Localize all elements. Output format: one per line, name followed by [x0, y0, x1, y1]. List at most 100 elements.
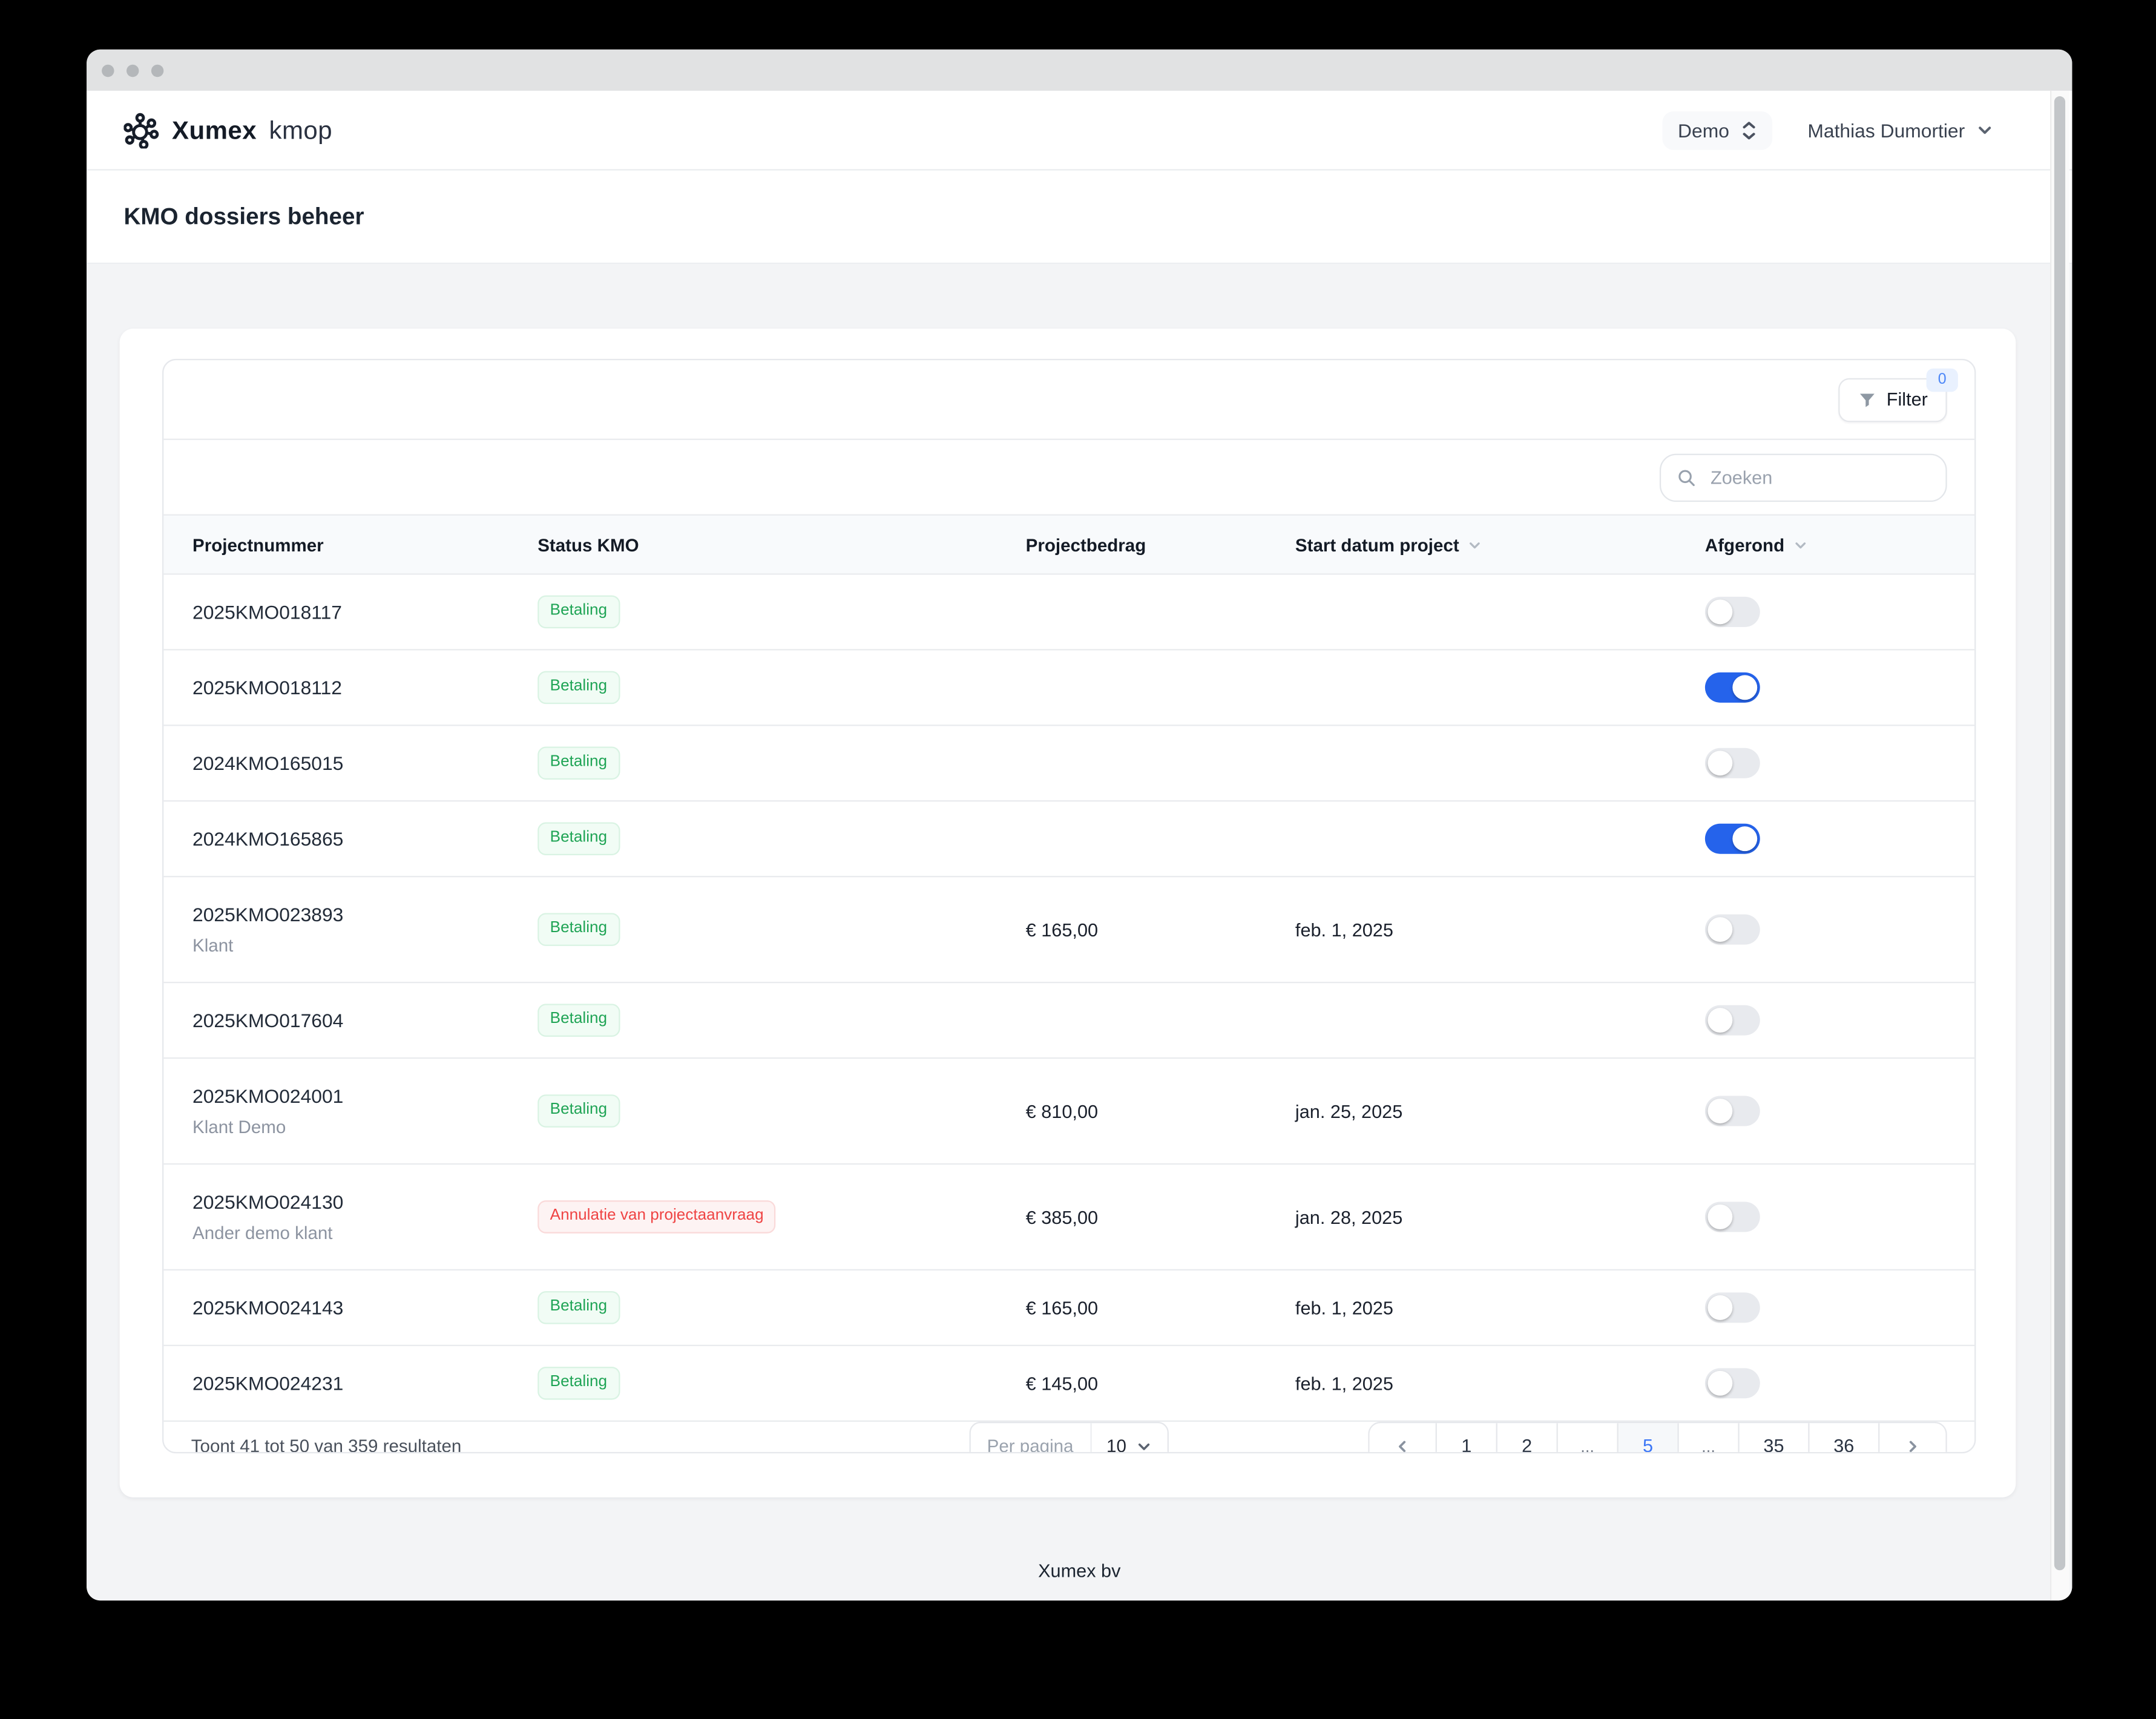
cell-startdatum: feb. 1, 2025 [1295, 1346, 1705, 1421]
per-page-select[interactable]: 10 [1091, 1436, 1168, 1454]
search-input[interactable] [1707, 465, 1930, 489]
toggle-knob [1707, 1008, 1732, 1033]
column-header-label: Afgerond [1705, 534, 1784, 555]
funnel-icon [1858, 390, 1877, 409]
cell-projectnummer: 2025KMO023893Klant [192, 877, 537, 982]
cell-projectbedrag: € 145,00 [1026, 1346, 1295, 1421]
klant-text: Klant Demo [192, 1117, 286, 1137]
afgerond-toggle[interactable] [1705, 1292, 1760, 1323]
status-badge: Betaling [537, 1367, 619, 1399]
table-row[interactable]: 2025KMO024001Klant DemoBetaling€ 810,00j… [163, 1059, 1974, 1165]
cell-afgerond [1705, 575, 1947, 649]
site-footer-text: Xumex bv [87, 1560, 2072, 1581]
dossiers-card: Filter 0 [120, 329, 2016, 1497]
status-badge: Betaling [537, 671, 619, 703]
status-badge: Betaling [537, 747, 619, 779]
user-menu[interactable]: Mathias Dumortier [1807, 119, 1994, 141]
table-row[interactable]: 2024KMO165015 Betaling [163, 726, 1974, 801]
table-row[interactable]: 2025KMO024231Betaling € 145,00 feb. 1, 202… [163, 1346, 1974, 1422]
afgerond-toggle[interactable] [1705, 1096, 1760, 1126]
afgerond-toggle[interactable] [1705, 1005, 1760, 1036]
window-titlebar [87, 50, 2072, 91]
brand-logo[interactable]: Xumex kmop [123, 112, 332, 148]
pager-page-36[interactable]: 36 [1808, 1423, 1878, 1453]
cell-startdatum [1295, 801, 1705, 876]
pager-page-35[interactable]: 35 [1738, 1423, 1808, 1453]
pager-next-button[interactable] [1878, 1423, 1945, 1453]
status-badge: Betaling [537, 1095, 619, 1127]
cell-afgerond [1705, 726, 1947, 800]
sort-chevron-icon [1793, 537, 1808, 552]
top-navbar: Xumex kmop Demo Mathias Dumortier [87, 91, 2072, 171]
cell-projectnummer: 2024KMO165865 [192, 801, 537, 876]
pager-prev-button[interactable] [1370, 1423, 1436, 1453]
cell-projectbedrag [1026, 726, 1295, 800]
startdatum-text: feb. 1, 2025 [1295, 1297, 1393, 1318]
cell-afgerond [1705, 801, 1947, 876]
afgerond-toggle[interactable] [1705, 597, 1760, 627]
projectnummer-text: 2024KMO165015 [192, 752, 343, 774]
afgerond-toggle[interactable] [1705, 824, 1760, 854]
column-header-1: Status KMO [537, 516, 1025, 573]
table-row[interactable]: 2025KMO024130Ander demo klantAnnulatie v… [163, 1165, 1974, 1270]
search-box [1660, 453, 1947, 502]
pager-ellipsis: ... [1677, 1423, 1738, 1453]
cell-projectnummer: 2025KMO018117 [192, 575, 537, 649]
toggle-knob [1707, 1371, 1732, 1396]
pager-page-5[interactable]: 5 [1617, 1423, 1677, 1453]
table-row[interactable]: 2025KMO018112Betaling [163, 651, 1974, 726]
table-row[interactable]: 2025KMO017604Betaling [163, 983, 1974, 1059]
projectbedrag-text: € 165,00 [1026, 1297, 1098, 1318]
startdatum-text: jan. 28, 2025 [1295, 1206, 1402, 1227]
status-badge: Annulatie van projectaanvraag [537, 1201, 776, 1233]
table-row[interactable]: 2025KMO024143 Betaling € 165,00 feb. 1, 202… [163, 1270, 1974, 1346]
cell-status: Betaling [537, 983, 1025, 1057]
column-header-3[interactable]: Start datum project [1295, 516, 1705, 573]
projectbedrag-text: € 145,00 [1026, 1373, 1098, 1393]
cell-afgerond [1705, 1346, 1947, 1421]
pager-ellipsis: ... [1557, 1423, 1617, 1453]
window-dot-icon[interactable] [102, 64, 114, 76]
afgerond-toggle[interactable] [1705, 672, 1760, 703]
cell-projectnummer: 2025KMO024001Klant Demo [192, 1059, 537, 1163]
page-header: KMO dossiers beheer [87, 171, 2072, 264]
cell-projectbedrag [1026, 575, 1295, 649]
cell-projectbedrag: € 165,00 [1026, 1270, 1295, 1345]
afgerond-toggle[interactable] [1705, 748, 1760, 778]
cell-afgerond [1705, 1165, 1947, 1269]
table-row[interactable]: 2024KMO165865Betaling [163, 801, 1974, 877]
cell-projectnummer: 2025KMO024231 [192, 1346, 537, 1421]
pager-page-1[interactable]: 1 [1436, 1423, 1496, 1453]
afgerond-toggle[interactable] [1705, 915, 1760, 945]
per-page-label: Per pagina [970, 1423, 1091, 1453]
table-row[interactable]: 2025KMO018117Betaling [163, 575, 1974, 651]
table-body: 2025KMO018117Betaling2025KMO018112Betali… [163, 575, 1974, 1422]
filter-toolbar: Filter 0 [163, 360, 1974, 440]
column-header-4[interactable]: Afgerond [1705, 516, 1947, 573]
cell-projectbedrag [1026, 651, 1295, 725]
content-area: Filter 0 [87, 264, 2072, 1600]
table-row[interactable]: 2025KMO023893KlantBetaling€ 165,00feb. 1… [163, 877, 1974, 983]
afgerond-toggle[interactable] [1705, 1368, 1760, 1398]
cell-startdatum: jan. 28, 2025 [1295, 1165, 1705, 1269]
nav-right: Demo Mathias Dumortier [1663, 111, 1994, 150]
projectnummer-text: 2025KMO024143 [192, 1297, 343, 1318]
klant-text: Klant [192, 935, 233, 956]
window-dot-icon[interactable] [151, 64, 163, 76]
scrollbar-thumb[interactable] [2054, 96, 2065, 1570]
window-dot-icon[interactable] [127, 64, 139, 76]
cell-projectnummer: 2025KMO017604 [192, 983, 537, 1057]
klant-text: Ander demo klant [192, 1223, 332, 1243]
status-badge: Betaling [537, 1292, 619, 1324]
afgerond-toggle[interactable] [1705, 1201, 1760, 1232]
search-toolbar [163, 440, 1974, 516]
workspace-select[interactable]: Demo [1663, 111, 1772, 150]
pagination-row: Toont 41 tot 50 van 359 resultaten Per p… [163, 1422, 1974, 1453]
filter-button[interactable]: Filter 0 [1838, 378, 1947, 422]
status-badge: Betaling [537, 1004, 619, 1036]
chevron-right-icon [1904, 1438, 1921, 1453]
window-scrollbar[interactable] [2050, 91, 2069, 1600]
pager-page-2[interactable]: 2 [1496, 1423, 1557, 1453]
cell-status: Betaling [537, 1346, 1025, 1421]
cell-startdatum: feb. 1, 2025 [1295, 877, 1705, 982]
